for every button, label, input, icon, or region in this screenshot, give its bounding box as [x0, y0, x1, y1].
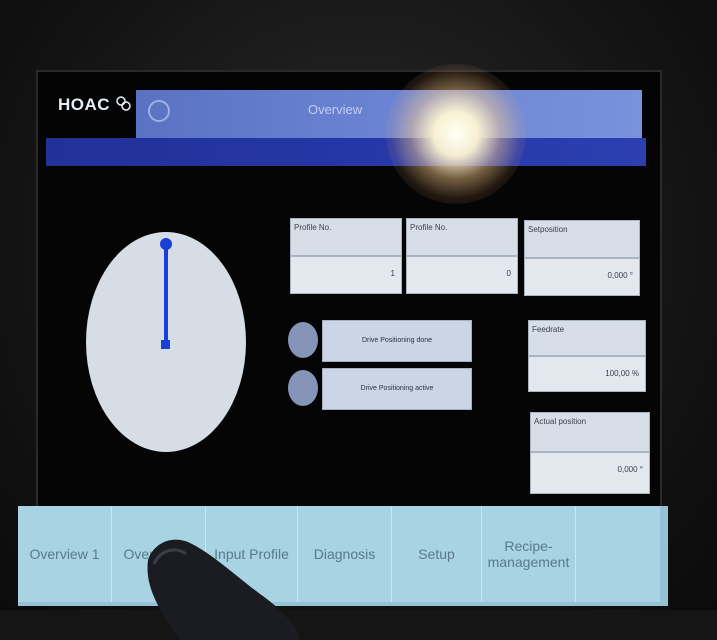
setposition-value[interactable]: 0,000 °: [524, 258, 640, 296]
tab-empty[interactable]: [576, 506, 660, 602]
status-positioning-done: Drive Positioning done: [322, 320, 472, 362]
gauge-needle-tip: [160, 238, 172, 250]
feedrate-value[interactable]: 100,00 %: [528, 356, 646, 392]
status-positioning-active: Drive Positioning active: [322, 368, 472, 410]
status-led-active: [288, 370, 318, 406]
gauge-center: [161, 340, 170, 349]
profile-no-value-1[interactable]: 1: [290, 256, 402, 294]
tab-setup[interactable]: Setup: [392, 506, 482, 602]
actual-position-value[interactable]: 0,000 °: [530, 452, 650, 494]
logo-text: HOAC: [58, 94, 111, 114]
position-gauge: [86, 232, 256, 458]
flash-glare: [386, 64, 526, 204]
status-led-done: [288, 322, 318, 358]
hmi-screen: HOAC Overview Profile No. 1 Profile No. …: [18, 70, 668, 606]
tab-recipe-management[interactable]: Recipe-management: [482, 506, 576, 602]
logo-mark-icon: [116, 94, 132, 117]
tab-overview-1[interactable]: Overview 1: [18, 506, 112, 602]
actual-position-label: Actual position: [530, 412, 650, 452]
tab-diagnosis[interactable]: Diagnosis: [298, 506, 392, 602]
feedrate-label: Feedrate: [528, 320, 646, 356]
profile-no-label-2: Profile No.: [406, 218, 518, 256]
profile-no-value-2[interactable]: 0: [406, 256, 518, 294]
setposition-label: Setposition: [524, 220, 640, 258]
finger-icon: [147, 539, 300, 640]
page-title: Overview: [308, 102, 363, 117]
top-bar: HOAC Overview: [38, 72, 660, 142]
profile-no-label-1: Profile No.: [290, 218, 402, 256]
gauge-needle-svg: [160, 238, 172, 349]
blue-nav-strip: [46, 138, 646, 166]
menu-circle-button[interactable]: [148, 100, 170, 122]
brand-logo: HOAC: [58, 94, 132, 120]
